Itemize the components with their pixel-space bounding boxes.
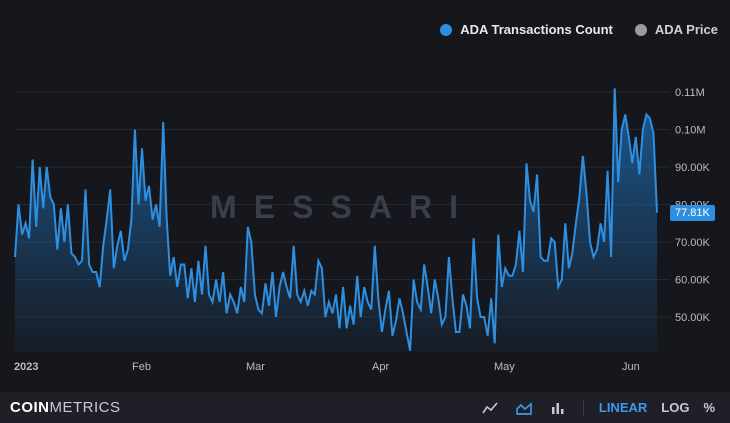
- bar-chart-icon[interactable]: [541, 392, 575, 423]
- area-chart-icon[interactable]: [507, 392, 541, 423]
- chart-tools: LINEAR LOG %: [473, 392, 722, 423]
- scale-linear-button[interactable]: LINEAR: [592, 400, 654, 415]
- toolbar-divider: [582, 399, 584, 416]
- brand-rest: METRICS: [49, 399, 121, 416]
- legend-item-price[interactable]: ADA Price: [634, 22, 718, 37]
- legend-label: ADA Transactions Count: [460, 22, 613, 37]
- x-tick-label: 2023: [14, 361, 38, 373]
- legend: ADA Transactions Count ADA Price: [440, 22, 718, 37]
- chart-canvas: MESSARI 50.00K60.00K70.00K80.00K90.00K0.…: [14, 87, 711, 373]
- y-tick-label: 0.11M: [675, 87, 705, 99]
- watermark-text: MESSARI: [210, 189, 470, 225]
- y-tick-label: 70.00K: [675, 237, 711, 249]
- coinmetrics-logo: COINMETRICS: [10, 399, 121, 416]
- y-tick-label: 60.00K: [675, 275, 711, 287]
- y-tick-label: 90.00K: [675, 162, 711, 174]
- last-value-badge: 77.81K: [670, 204, 715, 221]
- scale-percent-button[interactable]: %: [696, 400, 722, 415]
- chart-frame: MESSARI 50.00K60.00K70.00K80.00K90.00K0.…: [0, 0, 730, 423]
- x-tick-label: Apr: [372, 361, 389, 373]
- legend-dot-icon: [634, 23, 647, 36]
- x-tick-label: Jun: [622, 361, 640, 373]
- y-tick-label: 0.10M: [675, 125, 706, 137]
- brand-bold: COIN: [10, 399, 50, 416]
- x-axis: 2023 Feb Mar Apr May Jun: [14, 361, 640, 373]
- y-tick-label: 50.00K: [675, 312, 711, 324]
- x-tick-label: Mar: [246, 361, 265, 373]
- legend-item-transactions[interactable]: ADA Transactions Count: [440, 22, 613, 37]
- legend-dot-icon: [440, 23, 453, 36]
- x-tick-label: Feb: [132, 361, 151, 373]
- scale-log-button[interactable]: LOG: [654, 400, 696, 415]
- line-chart-icon[interactable]: [473, 392, 507, 423]
- footer-toolbar: COINMETRICS LINEAR LOG %: [0, 392, 730, 423]
- legend-label: ADA Price: [654, 22, 718, 37]
- x-tick-label: May: [494, 361, 515, 373]
